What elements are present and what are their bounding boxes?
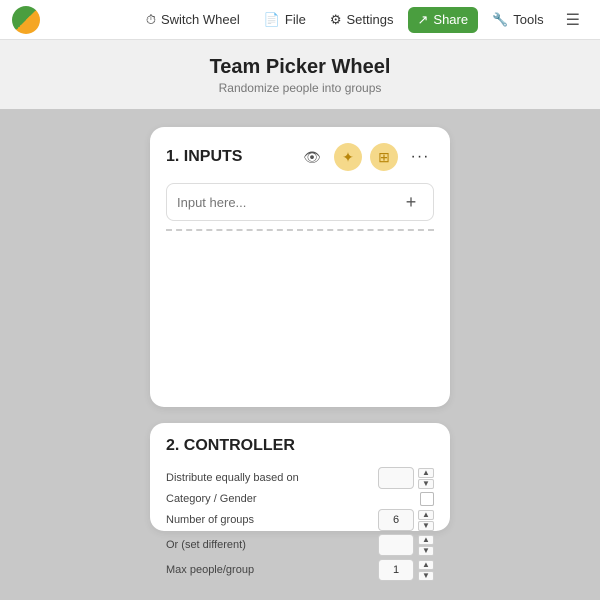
distribute-row: Distribute equally based on ▲ ▼	[166, 467, 434, 489]
switch-wheel-icon: ⏱	[146, 12, 156, 28]
grid-icon: ⊞	[378, 149, 390, 166]
settings-label: Settings	[347, 12, 394, 27]
switch-wheel-label: Switch Wheel	[161, 12, 240, 27]
num-groups-stepper[interactable]: ▲ ▼	[418, 510, 434, 531]
share-label: Share	[433, 12, 468, 27]
set-different-stepper[interactable]: ▲ ▼	[418, 535, 434, 556]
hamburger-menu-button[interactable]: ☰	[558, 5, 588, 35]
max-people-up[interactable]: ▲	[418, 560, 434, 570]
main-content: 1. INPUTS 👁 ✦ ⊞ ··· +	[0, 109, 600, 541]
file-label: File	[285, 12, 306, 27]
switch-wheel-button[interactable]: ⏱ Switch Wheel	[136, 7, 250, 33]
set-different-controls: ▲ ▼	[378, 534, 434, 556]
distribute-value	[378, 467, 414, 489]
navbar: ⏱ Switch Wheel 📄 File ⚙ Settings ↗ Share…	[0, 0, 600, 40]
distribute-stepper[interactable]: ▲ ▼	[418, 468, 434, 489]
num-groups-label: Number of groups	[166, 514, 254, 526]
tools-icon: 🔧	[492, 12, 508, 28]
max-people-stepper[interactable]: ▲ ▼	[418, 560, 434, 581]
max-people-row: Max people/group 1 ▲ ▼	[166, 559, 434, 581]
num-groups-down[interactable]: ▼	[418, 521, 434, 531]
category-checkbox[interactable]	[420, 492, 434, 506]
grid-button[interactable]: ⊞	[370, 143, 398, 171]
set-different-up[interactable]: ▲	[418, 535, 434, 545]
filter-button[interactable]: ✦	[334, 143, 362, 171]
controller-section-number: 2.	[166, 437, 179, 454]
page-header: Team Picker Wheel Randomize people into …	[0, 40, 600, 109]
distribute-up[interactable]: ▲	[418, 468, 434, 478]
share-button[interactable]: ↗ Share	[408, 7, 479, 33]
controller-card: 2. CONTROLLER Distribute equally based o…	[150, 423, 450, 531]
add-entry-button[interactable]: +	[399, 190, 423, 214]
plus-icon: +	[406, 193, 417, 211]
eye-button[interactable]: 👁	[298, 143, 326, 171]
filter-icon: ✦	[342, 149, 354, 166]
text-input[interactable]	[177, 195, 399, 210]
inputs-section-title-text: INPUTS	[184, 148, 243, 165]
tools-label: Tools	[513, 12, 543, 27]
app-logo[interactable]	[12, 6, 40, 34]
category-label: Category / Gender	[166, 493, 257, 505]
tools-button[interactable]: 🔧 Tools	[482, 7, 554, 33]
set-different-label: Or (set different)	[166, 539, 246, 551]
inputs-card: 1. INPUTS 👁 ✦ ⊞ ··· +	[150, 127, 450, 407]
page-subtitle: Randomize people into groups	[0, 81, 600, 95]
inputs-card-title: 1. INPUTS	[166, 148, 290, 166]
distribute-label: Distribute equally based on	[166, 472, 299, 484]
num-groups-up[interactable]: ▲	[418, 510, 434, 520]
controller-card-header: 2. CONTROLLER	[166, 437, 434, 455]
file-icon: 📄	[264, 12, 280, 28]
category-controls	[420, 492, 434, 506]
settings-button[interactable]: ⚙ Settings	[320, 7, 404, 33]
settings-icon: ⚙	[330, 12, 342, 28]
controller-section-title-text: CONTROLLER	[184, 437, 295, 454]
num-groups-controls: 6 ▲ ▼	[378, 509, 434, 531]
more-options-button[interactable]: ···	[406, 143, 434, 171]
controller-rows: Distribute equally based on ▲ ▼ Category…	[166, 467, 434, 581]
eye-icon: 👁	[303, 149, 321, 166]
inputs-card-header: 1. INPUTS 👁 ✦ ⊞ ···	[166, 143, 434, 171]
set-different-value	[378, 534, 414, 556]
distribute-down[interactable]: ▼	[418, 479, 434, 489]
more-icon: ···	[411, 148, 430, 166]
set-different-row: Or (set different) ▲ ▼	[166, 534, 434, 556]
category-row: Category / Gender	[166, 492, 434, 506]
max-people-down[interactable]: ▼	[418, 571, 434, 581]
max-people-value: 1	[378, 559, 414, 581]
max-people-controls: 1 ▲ ▼	[378, 559, 434, 581]
file-button[interactable]: 📄 File	[254, 7, 316, 33]
controller-card-title: 2. CONTROLLER	[166, 437, 434, 455]
distribute-controls: ▲ ▼	[378, 467, 434, 489]
page-title: Team Picker Wheel	[0, 56, 600, 79]
num-groups-row: Number of groups 6 ▲ ▼	[166, 509, 434, 531]
dashed-divider	[166, 229, 434, 231]
share-icon: ↗	[418, 12, 429, 28]
max-people-label: Max people/group	[166, 564, 254, 576]
inputs-section-number: 1.	[166, 148, 179, 165]
num-groups-value: 6	[378, 509, 414, 531]
set-different-down[interactable]: ▼	[418, 546, 434, 556]
text-input-row[interactable]: +	[166, 183, 434, 221]
